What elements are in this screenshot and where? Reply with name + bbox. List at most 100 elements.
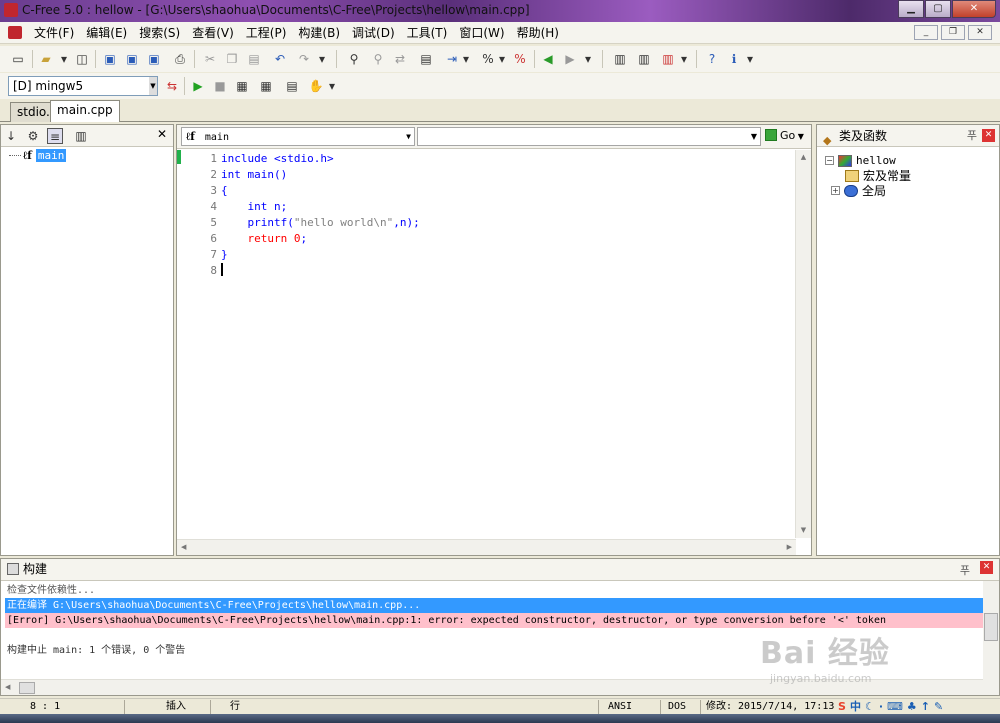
close-button[interactable]: ✕ xyxy=(952,0,996,18)
redo-icon[interactable]: ↷ xyxy=(296,51,312,67)
undo-icon[interactable]: ↶ xyxy=(272,51,288,67)
menu-search[interactable]: 搜索(S) xyxy=(133,25,186,41)
compiler-settings-icon[interactable]: ⇆ xyxy=(164,78,180,94)
sogou-icon[interactable]: S xyxy=(838,699,846,715)
mdi-minimize-button[interactable]: _ xyxy=(914,25,938,40)
menu-help[interactable]: 帮助(H) xyxy=(511,25,565,41)
close-icon[interactable]: ✕ xyxy=(980,561,993,574)
maximize-button[interactable]: ▢ xyxy=(925,0,951,18)
tree-item-main[interactable]: ℓf main xyxy=(9,149,67,162)
open-dropdown-icon[interactable]: ▾ xyxy=(56,51,72,67)
scroll-left-icon[interactable]: ◀ xyxy=(5,683,10,691)
menu-debug[interactable]: 调试(D) xyxy=(346,25,401,41)
tree-view-icon[interactable]: ▥ xyxy=(73,128,89,144)
code-area[interactable]: 1 include <stdio.h> 2 int main() 3{ 4 int … xyxy=(195,151,419,279)
scroll-down-icon[interactable]: ▼ xyxy=(796,523,811,538)
rebuild-icon[interactable]: ▤ xyxy=(284,78,300,94)
bookmark-clear-icon[interactable]: ▥ xyxy=(660,51,676,67)
ime-moon-icon[interactable]: ☾ xyxy=(865,699,875,715)
scroll-left-icon[interactable]: ◀ xyxy=(181,543,186,551)
debug-icon[interactable]: ✋ xyxy=(308,78,324,94)
symbol-select[interactable]: ▼ xyxy=(417,127,761,146)
save-copy-icon[interactable]: ▣ xyxy=(146,51,162,67)
tree-item-hellow[interactable]: − hellow xyxy=(825,153,911,168)
menu-edit[interactable]: 编辑(E) xyxy=(80,25,133,41)
pin-icon[interactable]: 푸 xyxy=(960,561,970,581)
tree-item-global[interactable]: + 全局 xyxy=(831,183,911,198)
build-output-line[interactable]: 检查文件依赖性... xyxy=(5,583,983,598)
bookmark-next-icon[interactable]: ▥ xyxy=(636,51,652,67)
uncomment-icon[interactable]: % xyxy=(512,51,528,67)
tree-item-macros[interactable]: 宏及常量 xyxy=(845,168,911,183)
menu-file[interactable]: 文件(F) xyxy=(28,25,80,41)
ime-keyboard-icon[interactable]: ⌨ xyxy=(887,699,903,715)
code-text: ; xyxy=(300,232,308,245)
open-folder-icon[interactable]: ▰ xyxy=(38,51,54,67)
menu-tools[interactable]: 工具(T) xyxy=(401,25,454,41)
compile-icon[interactable]: ▦ xyxy=(234,78,250,94)
find-next-icon[interactable]: ⚲ xyxy=(370,51,386,67)
ime-tools-icon[interactable]: ✎ xyxy=(934,699,943,715)
ime-chinese-icon[interactable]: 中 xyxy=(850,699,861,715)
project-icon[interactable]: ◫ xyxy=(74,51,90,67)
build-output-line[interactable]: 正在编译 G:\Users\shaohua\Documents\C-Free\P… xyxy=(5,598,983,613)
sort-icon[interactable]: ↓ xyxy=(3,128,19,144)
copy-icon[interactable]: ❐ xyxy=(224,51,240,67)
new-file-icon[interactable]: ▭ xyxy=(10,51,26,67)
mdi-close-button[interactable]: ✕ xyxy=(968,25,992,40)
scroll-thumb[interactable] xyxy=(984,613,998,641)
forward-arrow-icon[interactable]: ▶ xyxy=(562,51,578,67)
class-function-panel: ◆ 类及函数 푸 ✕ − hellow 宏及常量 + 全局 xyxy=(816,124,1000,556)
function-select[interactable]: ℓf main ▼ xyxy=(181,127,415,146)
goto-icon[interactable]: ▤ xyxy=(418,51,434,67)
close-icon[interactable]: ✕ xyxy=(157,127,167,141)
forward-dropdown-icon[interactable]: ▾ xyxy=(580,51,596,67)
indent-dropdown-icon[interactable]: ▾ xyxy=(458,51,474,67)
menu-build[interactable]: 构建(B) xyxy=(292,25,346,41)
help-icon[interactable]: ? xyxy=(704,51,720,67)
pin-icon[interactable]: 푸 xyxy=(967,125,977,147)
info-dropdown-icon[interactable]: ▾ xyxy=(742,51,758,67)
build-error-line[interactable]: [Error] G:\Users\shaohua\Documents\C-Fre… xyxy=(5,613,983,628)
scroll-thumb[interactable] xyxy=(19,682,35,694)
scroll-up-icon[interactable]: ▲ xyxy=(796,150,811,165)
back-arrow-icon[interactable]: ◀ xyxy=(540,51,556,67)
expand-icon[interactable]: + xyxy=(831,186,840,195)
ime-skin-icon[interactable]: ♣ xyxy=(907,699,917,715)
compiler-select[interactable]: [D] mingw5 ▼ xyxy=(8,76,158,96)
info-icon[interactable]: ℹ xyxy=(726,51,742,67)
paste-icon[interactable]: ▤ xyxy=(246,51,262,67)
save-icon[interactable]: ▣ xyxy=(102,51,118,67)
filter-icon[interactable]: ⚙ xyxy=(25,128,41,144)
vertical-scrollbar[interactable] xyxy=(983,581,999,695)
comment-dropdown-icon[interactable]: ▾ xyxy=(494,51,510,67)
scroll-right-icon[interactable]: ▶ xyxy=(787,543,792,551)
menu-window[interactable]: 窗口(W) xyxy=(453,25,510,41)
redo-dropdown-icon[interactable]: ▾ xyxy=(314,51,330,67)
stop-icon[interactable]: ■ xyxy=(212,78,228,94)
find-icon[interactable]: ⚲ xyxy=(346,51,362,67)
cut-icon[interactable]: ✂ xyxy=(202,51,218,67)
replace-icon[interactable]: ⇄ xyxy=(392,51,408,67)
collapse-icon[interactable]: − xyxy=(825,156,834,165)
tab-main-cpp[interactable]: main.cpp xyxy=(50,100,120,122)
close-icon[interactable]: ✕ xyxy=(982,129,995,142)
list-view-icon[interactable]: ≡ xyxy=(47,128,63,144)
go-button[interactable]: Go ▼ xyxy=(765,127,809,146)
window-controls: ▁ ▢ ✕ xyxy=(897,0,996,20)
vertical-scrollbar[interactable]: ▲ ▼ xyxy=(795,150,811,538)
mdi-restore-button[interactable]: ❐ xyxy=(941,25,965,40)
build-icon[interactable]: ▦ xyxy=(258,78,274,94)
run-icon[interactable]: ▶ xyxy=(190,78,206,94)
print-icon[interactable]: ⎙ xyxy=(172,51,188,67)
menu-project[interactable]: 工程(P) xyxy=(240,25,293,41)
ime-arrow-icon[interactable]: ↑ xyxy=(921,699,930,715)
ime-punct-icon[interactable]: · xyxy=(879,699,883,715)
minimize-button[interactable]: ▁ xyxy=(898,0,924,18)
menu-view[interactable]: 查看(V) xyxy=(186,25,240,41)
debug-dropdown-icon[interactable]: ▾ xyxy=(324,78,340,94)
save-all-icon[interactable]: ▣ xyxy=(124,51,140,67)
horizontal-scrollbar[interactable]: ◀ ▶ xyxy=(177,539,796,555)
bookmark-dropdown-icon[interactable]: ▾ xyxy=(676,51,692,67)
bookmark-icon[interactable]: ▥ xyxy=(612,51,628,67)
